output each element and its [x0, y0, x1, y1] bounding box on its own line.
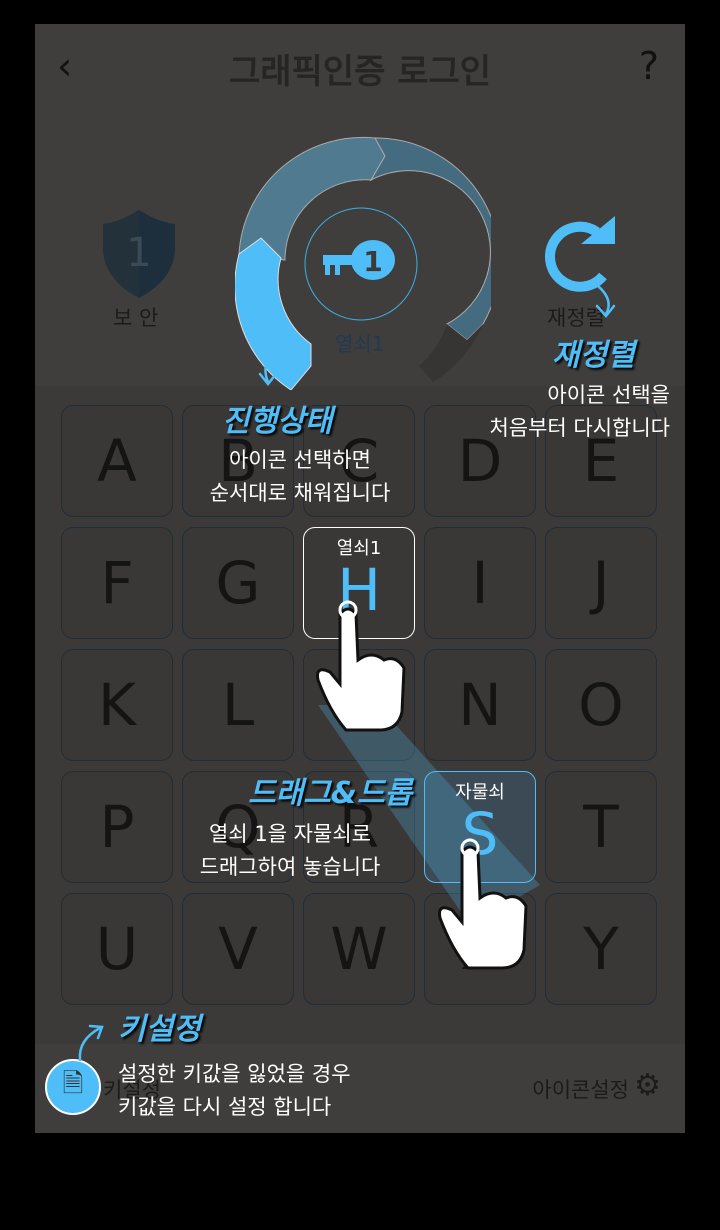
- reset-tip-desc: 아이콘 선택을 처음부터 다시합니다: [489, 383, 670, 440]
- reset-tip-title: 재정렬: [552, 338, 635, 373]
- drag-tip-title: 드래그&드롭: [248, 776, 413, 811]
- key-tip-desc: 설정한 키값을 잃었을 경우 키값을 다시 설정 합니다: [118, 1062, 351, 1119]
- progress-tip-title: 진행상태: [222, 404, 333, 439]
- drag-tip-desc: 열쇠 1을 자물쇠로 드래그하여 놓습니다: [199, 822, 381, 879]
- tutorial-arrows: [78, 284, 616, 1062]
- progress-tip-desc: 아이콘 선택하면 순서대로 채워집니다: [209, 448, 391, 505]
- key-tip-title: 키설정: [118, 1012, 201, 1047]
